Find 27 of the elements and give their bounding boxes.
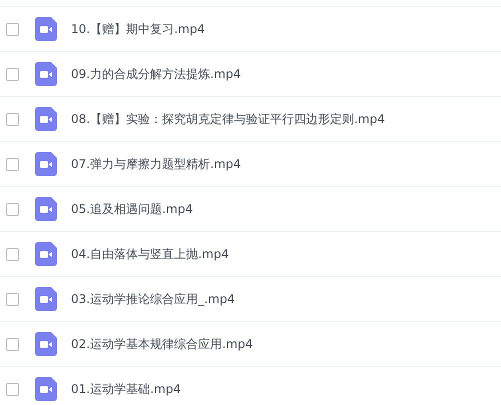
video-file-icon bbox=[35, 152, 57, 176]
video-file-icon bbox=[35, 107, 57, 131]
video-file-icon bbox=[35, 377, 57, 401]
file-name[interactable]: 10.【赠】期中复习.mp4 bbox=[71, 20, 205, 38]
checkbox[interactable] bbox=[6, 338, 19, 350]
file-name[interactable]: 08.【赠】实验：探究胡克定律与验证平行四边形定则.mp4 bbox=[71, 110, 385, 128]
video-file-icon bbox=[35, 197, 57, 221]
checkbox[interactable] bbox=[6, 112, 19, 126]
video-file-icon bbox=[35, 242, 57, 266]
checkbox[interactable] bbox=[6, 22, 19, 36]
file-name[interactable]: 02.运动学基本规律综合应用.mp4 bbox=[71, 336, 253, 352]
checkbox[interactable] bbox=[6, 248, 19, 260]
checkbox[interactable] bbox=[6, 292, 19, 306]
checkbox[interactable] bbox=[6, 202, 19, 216]
file-name[interactable]: 03.运动学推论综合应用_.mp4 bbox=[71, 290, 235, 308]
file-name[interactable]: 01.运动学基础.mp4 bbox=[71, 380, 181, 398]
checkbox[interactable] bbox=[6, 68, 19, 80]
file-name[interactable]: 04.自由落体与竖直上抛.mp4 bbox=[71, 246, 229, 262]
video-file-icon bbox=[35, 17, 57, 41]
video-file-icon bbox=[35, 62, 57, 86]
file-name[interactable]: 05.追及相遇问题.mp4 bbox=[71, 200, 193, 218]
file-name[interactable]: 09.力的合成分解方法提炼.mp4 bbox=[71, 66, 241, 82]
video-file-icon bbox=[35, 287, 57, 311]
checkbox[interactable] bbox=[6, 158, 19, 170]
video-file-icon bbox=[35, 332, 57, 356]
file-name[interactable]: 07.弹力与摩擦力题型精析.mp4 bbox=[71, 156, 241, 172]
checkbox[interactable] bbox=[6, 382, 19, 396]
